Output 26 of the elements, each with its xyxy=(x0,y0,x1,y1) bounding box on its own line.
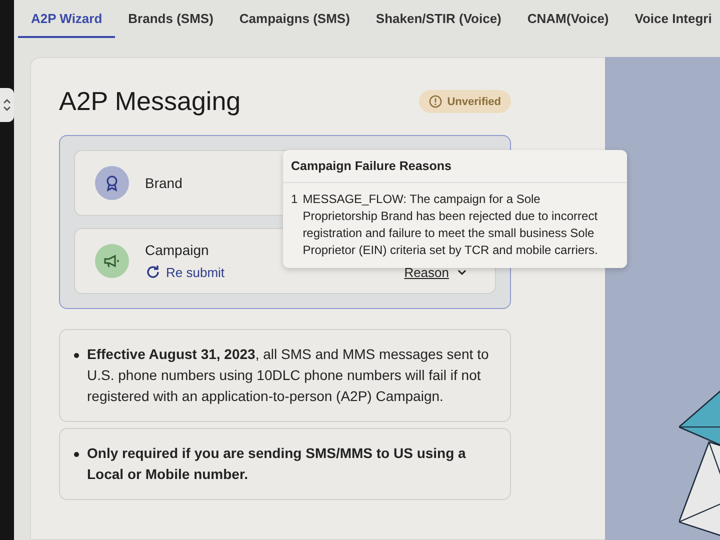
ribbon-icon xyxy=(95,166,129,200)
notice-text: Effective August 31, 2023, all SMS and MMS messages sent to U.S. phone numbers using 10DLC phone numbers will fail if not registered with an application-to-person (A2P) Campaign. xyxy=(87,345,490,406)
step-label: Brand xyxy=(145,175,182,191)
chevron-down-icon xyxy=(457,268,467,276)
reason-dropdown[interactable]: Reason xyxy=(404,264,467,280)
nav-tab[interactable]: Voice Integri xyxy=(622,0,720,38)
nav-tab[interactable]: Campaigns (SMS) xyxy=(226,0,363,38)
nav-tab[interactable]: A2P Wizard xyxy=(18,0,116,38)
resubmit-button[interactable]: Re submit xyxy=(145,264,225,280)
status-label: Unverified xyxy=(447,96,501,108)
bullet-icon xyxy=(74,452,79,457)
page-title: A2P Messaging xyxy=(59,86,241,117)
nav-tab[interactable]: CNAM(Voice) xyxy=(514,0,622,38)
nav-tab[interactable]: Shaken/STIR (Voice) xyxy=(362,0,514,38)
megaphone-icon xyxy=(95,244,129,278)
alert-icon xyxy=(429,95,442,108)
refresh-icon xyxy=(145,264,161,280)
reason-number: 1 xyxy=(291,191,298,208)
chevron-icon xyxy=(3,98,11,112)
notice-text: Only required if you are sending SMS/MMS to US using a Local or Mobile number. xyxy=(87,444,467,484)
bullet-icon xyxy=(74,353,79,358)
expand-handle[interactable] xyxy=(0,88,14,122)
tooltip-title: Campaign Failure Reasons xyxy=(283,150,627,183)
reason-text: MESSAGE_FLOW: The campaign for a Sole Proprietorship Brand has been rejected due to incorrect registration and failure to meet the small business Sole Proprietor (EIN) criteria set by TCR and mobile carriers. xyxy=(302,191,599,259)
nav-tab[interactable]: Brands (SMS) xyxy=(115,0,226,38)
step-label: Campaign xyxy=(145,242,209,258)
